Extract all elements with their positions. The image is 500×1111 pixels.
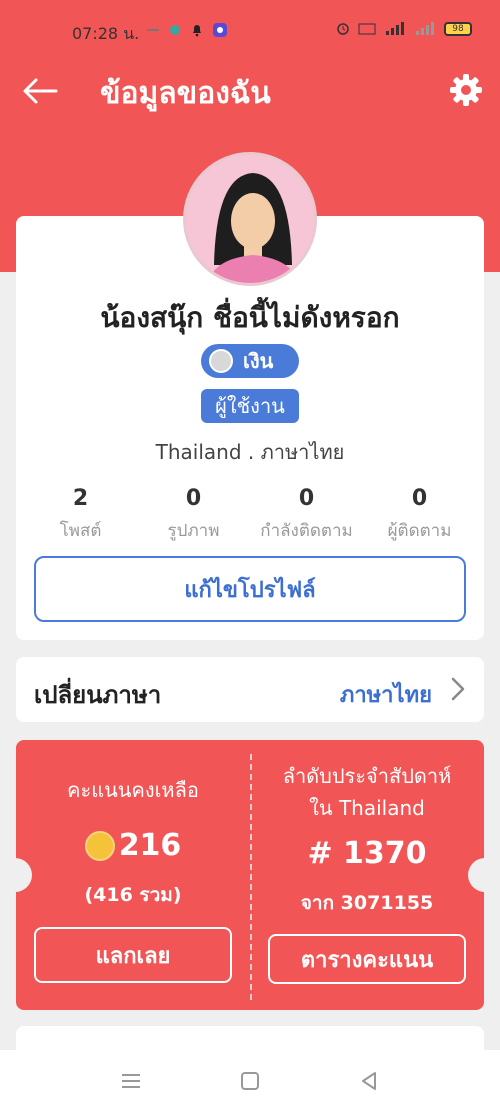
weekly-rank-total: จาก 3071155: [300, 892, 434, 914]
change-language-row[interactable]: เปลี่ยนภาษา ภาษาไทย: [16, 657, 484, 722]
silver-medal-icon: [209, 349, 233, 373]
app-icon: [212, 22, 227, 37]
role-badge: ผู้ใช้งาน: [201, 389, 299, 423]
menu-icon[interactable]: [118, 1068, 144, 1094]
weekly-rank-title: ลำดับประจำสัปดาห์ ใน Thailand: [250, 760, 484, 824]
stat-value: 0: [185, 486, 202, 511]
stat-followers[interactable]: 0 ผู้ติดตาม: [363, 486, 476, 544]
alarm-icon: [337, 23, 349, 35]
stat-value: 0: [411, 486, 428, 511]
volte-icon: [358, 23, 376, 35]
remaining-points: 216: [16, 828, 250, 863]
points-card: คะแนนคงเหลือ 216 (416 รวม) แลกเลย ลำดับป…: [0, 740, 500, 1010]
system-nav-bar: [0, 1050, 500, 1111]
edit-profile-button[interactable]: แก้ไขโปรไฟล์: [34, 556, 466, 622]
notification-icon: [146, 22, 160, 36]
settings-button[interactable]: [448, 72, 484, 108]
status-bar: 07:28 น. 98: [0, 0, 500, 62]
current-language: ภาษาไทย: [339, 683, 432, 708]
back-nav-icon[interactable]: [356, 1068, 382, 1094]
battery-icon: 98: [444, 22, 472, 36]
home-icon[interactable]: [237, 1068, 263, 1094]
stat-posts[interactable]: 2 โพสต์: [24, 486, 137, 544]
avatar-image: [186, 155, 314, 283]
stat-label: ผู้ติดตาม: [387, 521, 452, 541]
notification-icon: [168, 22, 182, 36]
bell-icon: [190, 22, 204, 37]
stat-label: รูปภาพ: [167, 521, 220, 541]
back-button[interactable]: [20, 76, 60, 106]
weekly-rank-title-line2: ใน Thailand: [309, 796, 425, 820]
arrow-left-icon: [23, 78, 58, 104]
coin-icon: [84, 830, 115, 861]
stat-label: โพสต์: [59, 521, 102, 541]
stat-label: กำลังติดตาม: [260, 521, 353, 541]
status-notifications: [146, 22, 227, 37]
signal-icon: [386, 22, 404, 35]
leaderboard-button[interactable]: ตารางคะแนน: [268, 934, 466, 984]
profile-name: น้องสนุ๊ก ชื่อนี้ไม่ดังหรอก: [100, 301, 400, 334]
stat-photos[interactable]: 0 รูปภาพ: [137, 486, 250, 544]
rank-badge-label: เงิน: [243, 349, 274, 373]
status-time: 07:28 น.: [72, 24, 140, 43]
gear-icon: [450, 74, 482, 106]
location-language: Thailand . ภาษาไทย: [155, 440, 345, 464]
chevron-right-icon: [451, 677, 465, 701]
remaining-points-value: 216: [118, 828, 182, 863]
rank-badge: เงิน: [201, 344, 299, 378]
weekly-rank-value: # 1370: [307, 836, 427, 871]
profile-stats: 2 โพสต์ 0 รูปภาพ 0 กำลังติดตาม 0 ผู้ติดต…: [24, 486, 476, 544]
stat-value: 2: [72, 486, 89, 511]
redeem-button[interactable]: แลกเลย: [34, 927, 232, 983]
signal-icon: [416, 22, 434, 35]
stat-value: 0: [298, 486, 315, 511]
avatar[interactable]: [183, 152, 317, 286]
stat-following[interactable]: 0 กำลังติดตาม: [250, 486, 363, 544]
weekly-rank-title-line1: ลำดับประจำสัปดาห์: [282, 764, 452, 788]
change-language-label: เปลี่ยนภาษา: [34, 681, 162, 709]
status-right: 98: [336, 22, 472, 36]
total-points: (416 รวม): [84, 884, 182, 906]
remaining-points-title: คะแนนคงเหลือ: [67, 778, 199, 802]
page-title: ข้อมูลของฉัน: [100, 76, 271, 111]
